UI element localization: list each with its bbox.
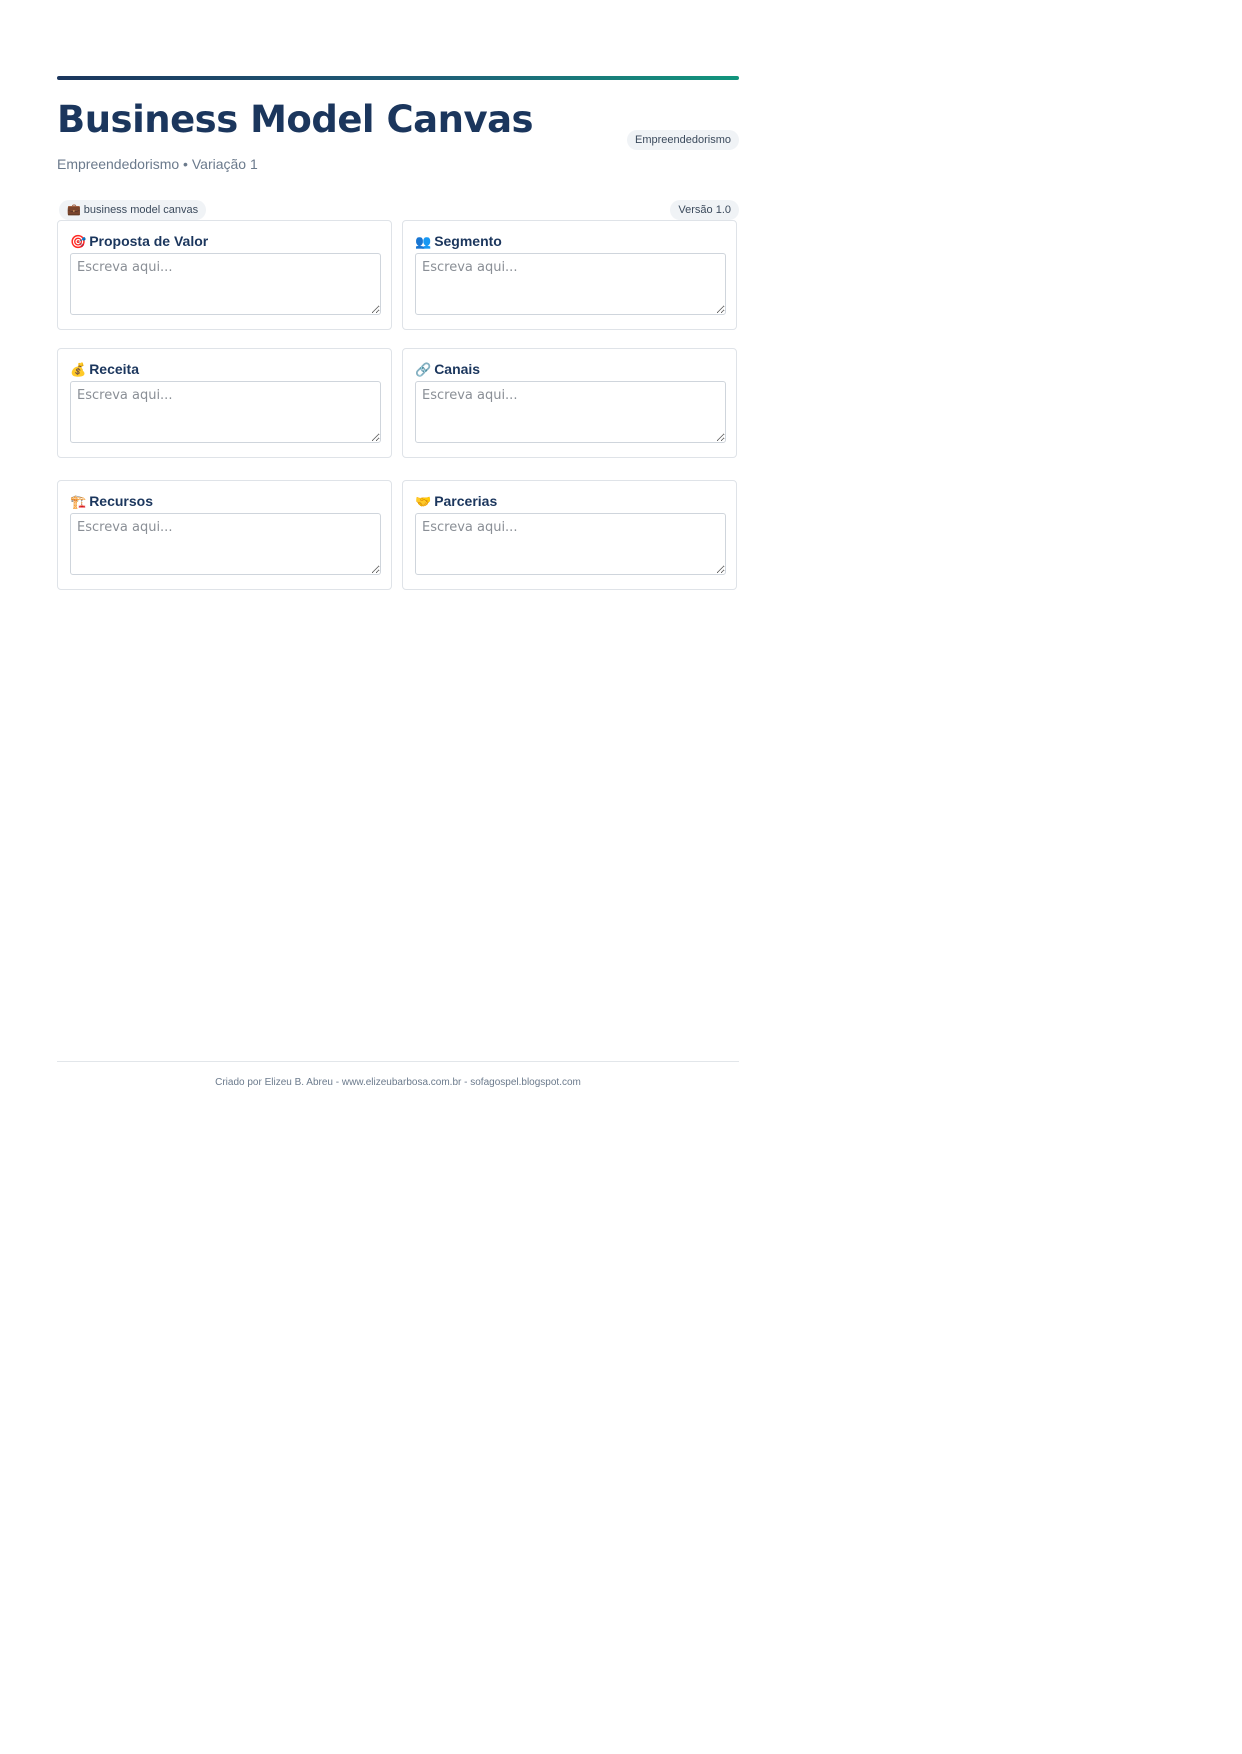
link-icon: 🔗 bbox=[415, 362, 432, 377]
tag-badge: 💼 business model canvas bbox=[59, 200, 207, 220]
category-badge: Empreendedorismo bbox=[627, 130, 739, 150]
footer-divider bbox=[57, 1061, 739, 1062]
card-proposta-de-valor: 🎯 Proposta de Valor bbox=[57, 220, 392, 330]
card-title: 🔗 Canais bbox=[415, 361, 480, 378]
target-icon: 🎯 bbox=[70, 234, 87, 249]
construction-icon: 🏗️ bbox=[70, 494, 87, 509]
tag-label: business model canvas bbox=[83, 204, 199, 216]
card-title: 💰 Receita bbox=[70, 361, 139, 378]
card-title-label: Recursos bbox=[89, 493, 153, 509]
card-canais: 🔗 Canais bbox=[402, 348, 737, 458]
card-recursos: 🏗️ Recursos bbox=[57, 480, 392, 590]
meta-row: 💼 business model canvas Versão 1.0 bbox=[57, 200, 739, 220]
receita-textarea[interactable] bbox=[70, 381, 381, 443]
canais-textarea[interactable] bbox=[415, 381, 726, 443]
briefcase-icon: 💼 bbox=[67, 204, 81, 216]
proposta-de-valor-textarea[interactable] bbox=[70, 253, 381, 315]
card-title-label: Proposta de Valor bbox=[89, 233, 209, 249]
card-title: 🎯 Proposta de Valor bbox=[70, 233, 208, 250]
canvas-page: Business Model Canvas Empreendedorismo E… bbox=[57, 76, 739, 220]
page-header: Business Model Canvas Empreendedorismo E… bbox=[57, 80, 739, 190]
card-parcerias: 🤝 Parcerias bbox=[402, 480, 737, 590]
recursos-textarea[interactable] bbox=[70, 513, 381, 575]
people-icon: 👥 bbox=[415, 234, 432, 249]
version-badge: Versão 1.0 bbox=[670, 200, 739, 220]
parcerias-textarea[interactable] bbox=[415, 513, 726, 575]
card-title: 🏗️ Recursos bbox=[70, 493, 153, 510]
canvas-row: 🏗️Recursos 🤝Parcerias bbox=[57, 480, 739, 592]
page-title: Business Model Canvas bbox=[57, 98, 534, 141]
handshake-icon: 🤝 bbox=[415, 494, 432, 509]
footer-credits: Criado por Elizeu B. Abreu - www.elizeub… bbox=[215, 1077, 581, 1088]
card-title: 🤝 Parcerias bbox=[415, 493, 497, 510]
card-title-label: Segmento bbox=[434, 233, 502, 249]
card-title-label: Canais bbox=[434, 361, 481, 377]
card-title: 👥 Segmento bbox=[415, 233, 502, 250]
card-receita: 💰 Receita bbox=[57, 348, 392, 458]
page-subtitle: Empreendedorismo • Variação 1 bbox=[57, 156, 258, 172]
card-segmento: 👥 Segmento bbox=[402, 220, 737, 330]
segmento-textarea[interactable] bbox=[415, 253, 726, 315]
card-title-label: Parcerias bbox=[434, 493, 498, 509]
canvas-row: 🎯Proposta de Valor 👥Segmento bbox=[57, 220, 739, 332]
canvas-row: 💰Receita 🔗Canais bbox=[57, 348, 739, 460]
money-bag-icon: 💰 bbox=[70, 362, 87, 377]
card-title-label: Receita bbox=[89, 361, 139, 377]
